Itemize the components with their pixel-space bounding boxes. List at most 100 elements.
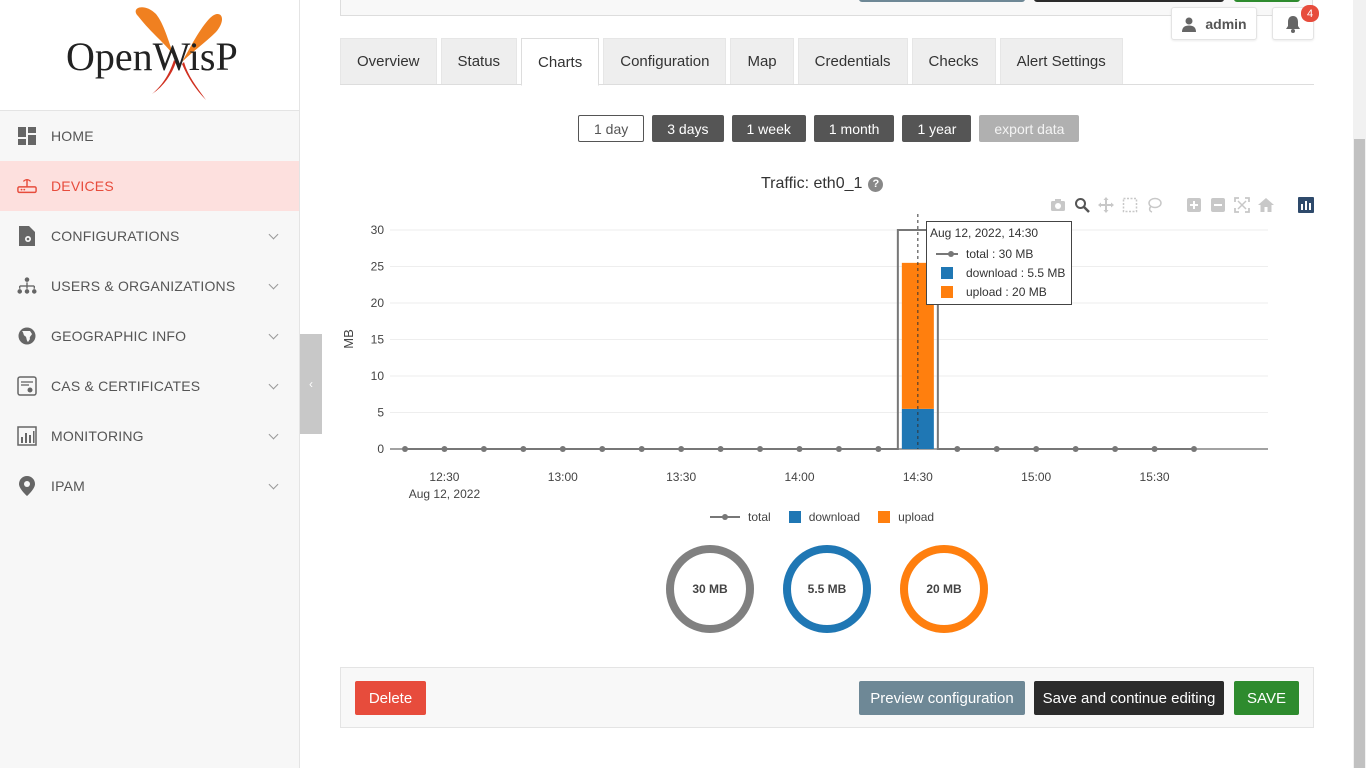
x-tick-sublabel: Aug 12, 2022 bbox=[409, 487, 481, 501]
chevron-down-icon bbox=[268, 279, 279, 290]
y-tick-label: 0 bbox=[377, 442, 384, 456]
tab-map[interactable]: Map bbox=[730, 38, 794, 84]
legend-item-total[interactable]: total bbox=[710, 510, 771, 524]
tooltip-row-download: download : 5.5 MB bbox=[930, 263, 1068, 282]
tab-configuration[interactable]: Configuration bbox=[603, 38, 727, 84]
logo[interactable]: OpenWisP bbox=[0, 0, 299, 111]
sidebar-item-ipam[interactable]: IPAM bbox=[0, 461, 299, 511]
tab-status[interactable]: Status bbox=[440, 38, 518, 84]
y-tick-label: 25 bbox=[371, 260, 385, 274]
save-continue-button[interactable]: Save and continue editing bbox=[1034, 681, 1224, 715]
chevron-down-icon bbox=[268, 379, 279, 390]
user-menu-button[interactable]: admin bbox=[1171, 7, 1257, 40]
user-name: admin bbox=[1205, 15, 1247, 32]
scrollbar-thumb[interactable] bbox=[1354, 139, 1365, 768]
summary-donut-total: 30 MB bbox=[665, 544, 755, 634]
sidebar-item-geographic-info[interactable]: GEOGRAPHIC INFO bbox=[0, 311, 299, 361]
legend-item-upload[interactable]: upload bbox=[878, 510, 934, 524]
legend-download-label: download bbox=[808, 510, 861, 524]
tab-alert-settings[interactable]: Alert Settings bbox=[999, 38, 1123, 84]
delete-button[interactable]: Delete bbox=[355, 681, 426, 715]
total-point bbox=[1151, 446, 1158, 452]
sidebar-item-label: USERS & ORGANIZATIONS bbox=[51, 278, 236, 294]
range-3-days-button[interactable]: 3 days bbox=[652, 115, 724, 142]
y-tick-label: 10 bbox=[371, 369, 385, 383]
top-save-button-edge[interactable] bbox=[1234, 0, 1300, 2]
legend-upload-swatch-icon bbox=[878, 511, 891, 523]
top-submit-strip bbox=[340, 0, 1313, 16]
total-point bbox=[1033, 446, 1040, 452]
sidebar-item-users-organizations[interactable]: USERS & ORGANIZATIONS bbox=[0, 261, 299, 311]
sidebar-item-home[interactable]: HOME bbox=[0, 111, 299, 161]
total-point bbox=[954, 446, 961, 452]
y-tick-label: 15 bbox=[371, 333, 385, 347]
x-tick-label: 14:00 bbox=[784, 470, 814, 484]
sidebar: OpenWisP HOME DEVICES CONFIGURATIONS USERS … bbox=[0, 0, 300, 768]
tab-checks[interactable]: Checks bbox=[911, 38, 996, 84]
app: OpenWisP HOME DEVICES CONFIGURATIONS USERS … bbox=[0, 0, 1366, 768]
org-tree-icon bbox=[17, 276, 37, 296]
chevron-down-icon bbox=[268, 429, 279, 440]
legend-total-swatch-icon bbox=[710, 514, 740, 520]
sidebar-item-label: GEOGRAPHIC INFO bbox=[51, 328, 187, 344]
notifications-badge: 4 bbox=[1301, 5, 1319, 22]
sidebar-item-monitoring[interactable]: MONITORING bbox=[0, 411, 299, 461]
range-1-week-button[interactable]: 1 week bbox=[731, 115, 806, 142]
range-1-month-button[interactable]: 1 month bbox=[813, 115, 895, 142]
top-save-continue-button-edge[interactable] bbox=[1034, 0, 1224, 2]
svg-text:OpenWisP: OpenWisP bbox=[66, 34, 238, 79]
tooltip-row-upload: upload : 20 MB bbox=[930, 282, 1068, 301]
submit-row: Delete Preview configuration Save and co… bbox=[340, 667, 1314, 728]
sidebar-item-configurations[interactable]: CONFIGURATIONS bbox=[0, 211, 299, 261]
sidebar-item-cas-certificates[interactable]: CAS & CERTIFICATES bbox=[0, 361, 299, 411]
tooltip-upload-text: upload : 20 MB bbox=[966, 284, 1047, 299]
location-pin-icon bbox=[17, 476, 37, 496]
openwisp-logo-icon: OpenWisP bbox=[66, 7, 238, 100]
total-point bbox=[717, 446, 724, 452]
x-tick-label: 13:00 bbox=[548, 470, 578, 484]
bell-icon bbox=[1286, 15, 1300, 33]
export-data-button[interactable]: export data bbox=[979, 115, 1080, 142]
legend-upload-label: upload bbox=[898, 510, 935, 524]
chevron-left-icon: ‹ bbox=[309, 377, 313, 391]
total-point bbox=[796, 446, 803, 452]
range-1-day-button[interactable]: 1 day bbox=[578, 115, 645, 142]
plotly-logo-icon[interactable] bbox=[1298, 197, 1314, 213]
range-1-year-button[interactable]: 1 year bbox=[902, 115, 972, 142]
tab-credentials[interactable]: Credentials bbox=[797, 38, 908, 84]
summary-donut-upload: 20 MB bbox=[899, 544, 989, 634]
total-point bbox=[599, 446, 606, 452]
tooltip-total-swatch-icon bbox=[936, 250, 958, 258]
sidebar-item-label: CAS & CERTIFICATES bbox=[51, 378, 201, 394]
total-point bbox=[520, 446, 527, 452]
chevron-down-icon bbox=[268, 479, 279, 490]
x-tick-label: 14:30 bbox=[903, 470, 933, 484]
total-point bbox=[1072, 446, 1079, 452]
sidebar-collapse-button[interactable]: ‹ bbox=[300, 334, 322, 434]
tab-overview[interactable]: Overview bbox=[340, 38, 437, 84]
total-point bbox=[559, 446, 566, 452]
total-point bbox=[480, 446, 487, 452]
dashboard-icon bbox=[17, 126, 37, 146]
legend-item-download[interactable]: download bbox=[788, 510, 861, 524]
user-icon bbox=[1182, 17, 1197, 32]
tooltip-download-swatch-icon bbox=[936, 266, 958, 279]
tooltip-total-text: total : 30 MB bbox=[966, 246, 1034, 261]
x-tick-label: 13:30 bbox=[666, 470, 696, 484]
sidebar-item-devices[interactable]: DEVICES bbox=[0, 161, 299, 211]
router-icon bbox=[17, 176, 37, 196]
top-preview-button-edge[interactable] bbox=[859, 0, 1025, 2]
chevron-down-icon bbox=[268, 329, 279, 340]
legend-download-swatch-icon bbox=[788, 511, 801, 523]
save-button[interactable]: SAVE bbox=[1234, 681, 1299, 715]
chevron-down-icon bbox=[268, 229, 279, 240]
chart-tooltip: Aug 12, 2022, 14:30 total : 30 MB downlo… bbox=[926, 221, 1072, 305]
x-tick-label: 15:30 bbox=[1140, 470, 1170, 484]
globe-icon bbox=[17, 326, 37, 346]
sidebar-menu: HOME DEVICES CONFIGURATIONS USERS & ORGANIZ… bbox=[0, 111, 299, 511]
tab-charts[interactable]: Charts bbox=[521, 38, 600, 86]
page-scrollbar[interactable] bbox=[1353, 0, 1366, 768]
preview-configuration-button[interactable]: Preview configuration bbox=[859, 681, 1025, 715]
monitoring-icon bbox=[17, 426, 37, 446]
traffic-chart: 0 5 10 15 20 25 30 MB 12:30 13:00 13:30 14:00 14:30 1… bbox=[341, 214, 1268, 501]
